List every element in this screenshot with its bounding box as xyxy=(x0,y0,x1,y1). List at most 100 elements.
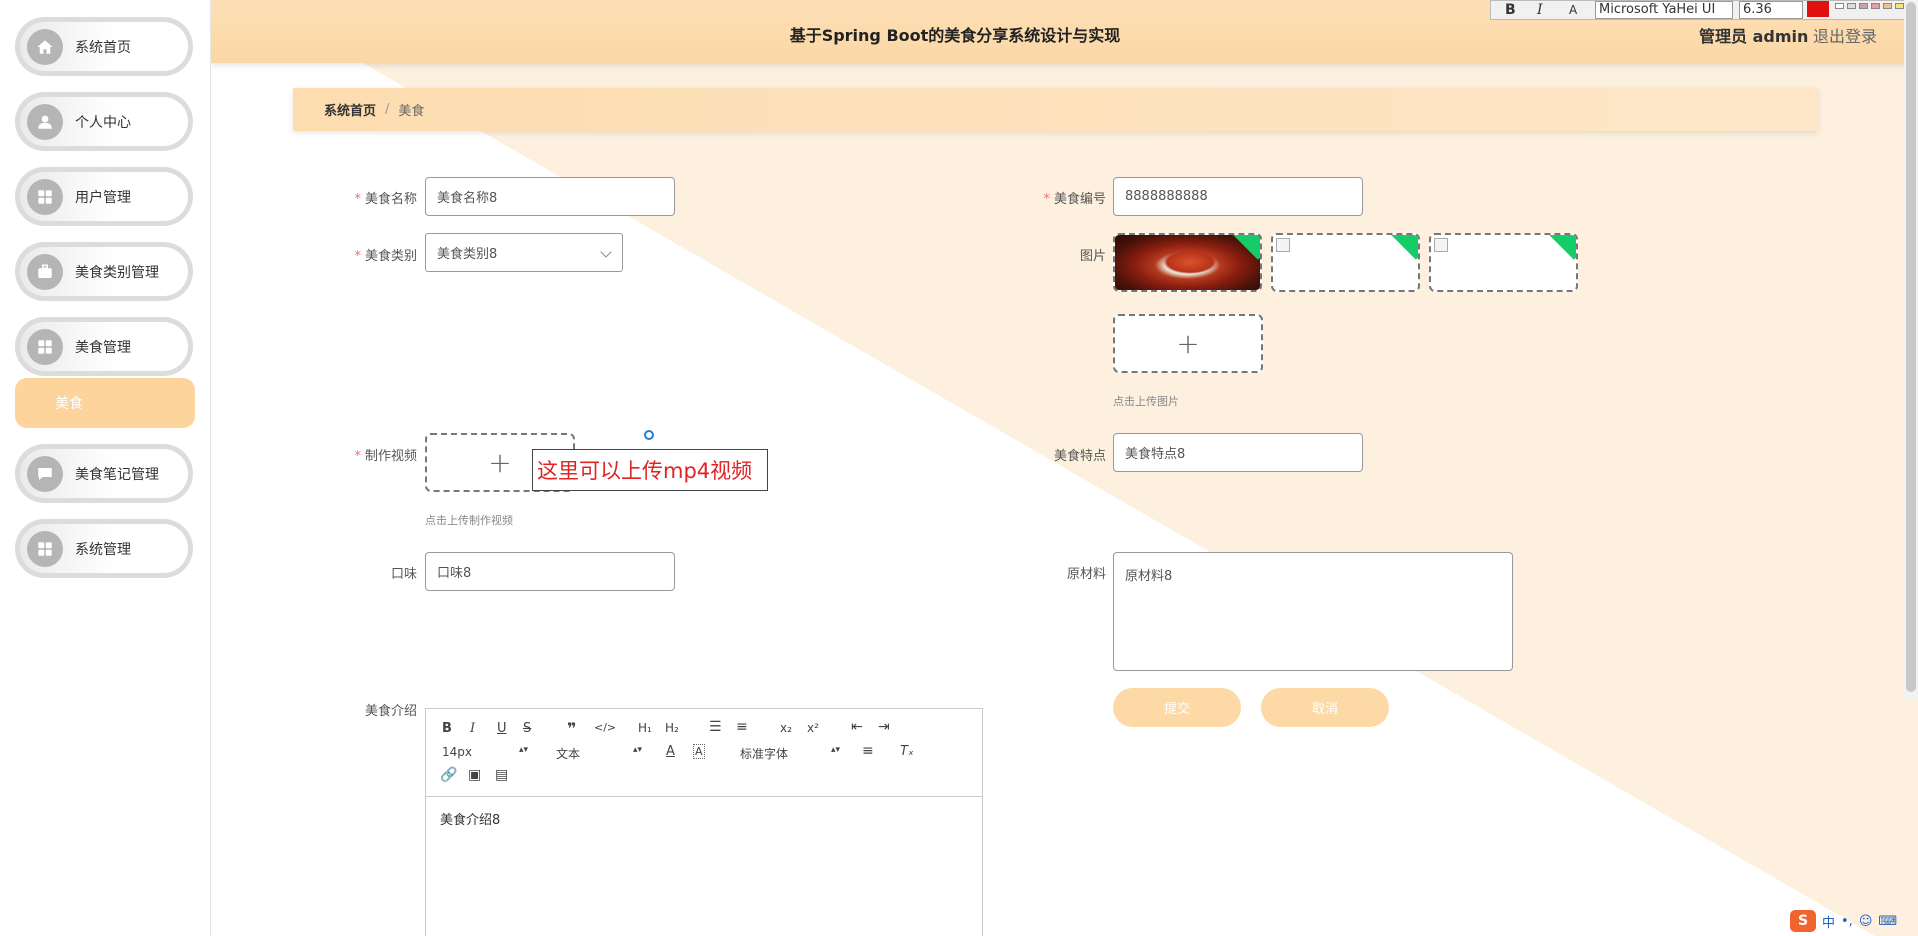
emoji-icon[interactable]: ☺ xyxy=(1859,914,1873,929)
taste-input[interactable]: 口味8 xyxy=(425,552,675,591)
editor-content[interactable]: 美食介绍8 xyxy=(426,797,982,840)
sidebar-item-label: 美食笔记管理 xyxy=(75,466,159,483)
video-label: * 制作视频 xyxy=(354,449,417,464)
ordered-list-icon[interactable]: ☰ xyxy=(709,719,722,735)
bullet-list-icon[interactable]: ≡ xyxy=(736,719,748,735)
sidebar-item-food-notes[interactable]: 美食笔记管理 xyxy=(15,444,193,503)
image-thumbnail-1[interactable] xyxy=(1113,233,1262,292)
select-arrows-icon: ▴▾ xyxy=(632,745,642,755)
image-thumbnail-3[interactable] xyxy=(1429,233,1578,292)
food-category-value: 美食类别8 xyxy=(437,247,498,262)
align-icon[interactable]: ≡ xyxy=(862,743,874,759)
strikethrough-icon[interactable]: S xyxy=(523,721,531,736)
food-category-select[interactable]: 美食类别8 xyxy=(425,233,623,272)
material-textarea[interactable]: 原材料8 xyxy=(1113,552,1513,671)
image-thumbnail-2[interactable] xyxy=(1271,233,1420,292)
color-swatch[interactable] xyxy=(1859,3,1868,9)
editor-toolbar: B I U S ❞ </> H₁ H₂ ☰ ≡ x₂ x² ⇤ ⇥ 14px ▴… xyxy=(426,709,982,797)
code-block-icon[interactable]: </> xyxy=(594,721,616,734)
breadcrumb-current: 美食 xyxy=(398,104,425,119)
food-category-label: * 美食类别 xyxy=(354,249,417,264)
home-icon xyxy=(27,28,63,65)
sidebar-subitem-food[interactable]: 美食 xyxy=(15,378,195,428)
font-family-select[interactable]: 标准字体 ▴▾ xyxy=(740,745,840,762)
font-size-select[interactable]: 6.36 xyxy=(1739,1,1803,19)
cancel-button[interactable]: 取消 xyxy=(1261,688,1389,727)
bold-icon[interactable]: B xyxy=(442,721,452,736)
italic-icon[interactable]: I xyxy=(470,721,475,736)
submit-button[interactable]: 提交 xyxy=(1113,688,1241,727)
color-swatch[interactable] xyxy=(1835,3,1844,9)
intro-label: 美食介绍 xyxy=(364,704,417,719)
italic-icon[interactable]: I xyxy=(1537,2,1555,18)
taste-label: 口味 xyxy=(390,567,417,582)
link-icon[interactable]: 🔗 xyxy=(440,767,457,783)
sidebar-item-label: 个人中心 xyxy=(75,114,131,131)
broken-image-icon xyxy=(1276,238,1290,252)
food-code-input[interactable]: 8888888888 xyxy=(1113,177,1363,216)
color-swatch[interactable] xyxy=(1883,3,1892,9)
upload-success-corner xyxy=(1544,235,1576,260)
ime-language-indicator[interactable]: 中 xyxy=(1822,912,1835,931)
subscript-icon[interactable]: x₂ xyxy=(780,721,792,735)
indent-icon[interactable]: ⇥ xyxy=(878,719,890,735)
underline-icon[interactable]: U xyxy=(497,721,507,736)
sidebar-item-users[interactable]: 用户管理 xyxy=(15,167,193,226)
image-upload-button[interactable]: + xyxy=(1113,314,1263,373)
color-swatch[interactable] xyxy=(1847,3,1856,9)
text-color-icon[interactable]: A xyxy=(666,744,675,759)
keyboard-icon[interactable]: ⌨ xyxy=(1878,914,1897,929)
image-upload-hint: 点击上传图片 xyxy=(1113,395,1179,408)
color-swatch-selected[interactable] xyxy=(1807,1,1829,17)
rich-text-editor: B I U S ❞ </> H₁ H₂ ☰ ≡ x₂ x² ⇤ ⇥ 14px ▴… xyxy=(425,708,983,936)
font-size-select[interactable]: 14px ▴▾ xyxy=(442,745,528,759)
sidebar-item-food-category[interactable]: 美食类别管理 xyxy=(15,242,193,301)
clear-format-icon[interactable]: Tₓ xyxy=(900,744,914,759)
select-arrows-icon: ▴▾ xyxy=(518,745,528,755)
sidebar-item-label: 系统管理 xyxy=(75,541,131,558)
sidebar-item-system[interactable]: 系统管理 xyxy=(15,519,193,578)
image-label: 图片 xyxy=(1079,249,1106,264)
paragraph-select[interactable]: 文本 ▴▾ xyxy=(556,745,642,762)
food-photo xyxy=(1115,235,1260,290)
logout-link[interactable]: 退出登录 xyxy=(1813,23,1877,47)
punctuation-icon[interactable]: •, xyxy=(1841,914,1853,929)
font-family-select[interactable]: Microsoft YaHei UI xyxy=(1595,1,1733,19)
select-arrows-icon: ▴▾ xyxy=(830,745,840,755)
annotation-textbox[interactable]: 这里可以上传mp4视频 xyxy=(532,449,768,491)
food-name-input[interactable]: 美食名称8 xyxy=(425,177,675,216)
sidebar-item-label: 系统首页 xyxy=(75,39,131,56)
briefcase-icon xyxy=(27,253,63,290)
outdent-icon[interactable]: ⇤ xyxy=(851,719,863,735)
sidebar-item-profile[interactable]: 个人中心 xyxy=(15,92,193,151)
system-tray: S 中 •, ☺ ⌨ xyxy=(1790,910,1897,932)
video-icon[interactable]: ▤ xyxy=(495,767,508,783)
blockquote-icon[interactable]: ❞ xyxy=(567,719,576,738)
background-color-icon[interactable]: A xyxy=(693,744,705,759)
rotate-handle-icon[interactable] xyxy=(644,430,654,440)
breadcrumb-home[interactable]: 系统首页 xyxy=(324,100,376,119)
scrollbar-thumb[interactable] xyxy=(1906,2,1916,692)
superscript-icon[interactable]: x² xyxy=(807,721,819,735)
image-icon[interactable]: ▣ xyxy=(468,767,481,783)
sogou-ime-icon[interactable]: S xyxy=(1790,910,1816,932)
feature-input[interactable]: 美食特点8 xyxy=(1113,433,1363,472)
bold-icon[interactable]: B xyxy=(1505,2,1523,18)
sidebar-item-home[interactable]: 系统首页 xyxy=(15,17,193,76)
chevron-down-icon xyxy=(600,246,612,258)
font-style-icon[interactable]: A xyxy=(1569,3,1587,17)
upload-success-corner xyxy=(1386,235,1418,260)
sidebar: 系统首页 个人中心 用户管理 美食类别管理 美食管理 美食 美食笔记管理 系统管… xyxy=(0,0,211,936)
heading-2-icon[interactable]: H₂ xyxy=(665,721,679,735)
grid-icon xyxy=(27,530,63,567)
page-scrollbar[interactable] xyxy=(1904,0,1918,700)
heading-1-icon[interactable]: H₁ xyxy=(638,721,652,735)
sidebar-item-food[interactable]: 美食管理 xyxy=(15,317,193,376)
grid-icon xyxy=(27,178,63,215)
grid-icon xyxy=(27,328,63,365)
color-swatch[interactable] xyxy=(1871,3,1880,9)
color-swatch[interactable] xyxy=(1895,3,1904,9)
material-label: 原材料 xyxy=(1066,567,1106,582)
food-name-label: * 美食名称 xyxy=(354,192,417,207)
plus-icon: + xyxy=(488,445,512,479)
